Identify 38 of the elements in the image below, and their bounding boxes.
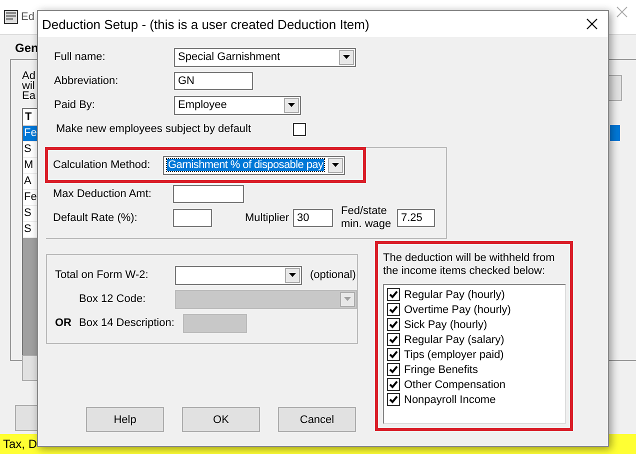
- description-text: Ad: [22, 71, 36, 81]
- input-field[interactable]: 7.25: [397, 209, 435, 227]
- field-label: Abbreviation:: [53, 75, 120, 87]
- field-label: Paid By:: [53, 99, 96, 111]
- name-dropdown[interactable]: Special Garnishment: [174, 48, 356, 66]
- caption-text: The deduction will be withheld from the income items checked below:: [383, 252, 556, 278]
- checkbox-label: Overtime Pay (hourly): [404, 304, 511, 316]
- tab[interactable]: Gen: [15, 41, 38, 55]
- checkbox-label: Fringe Benefits: [404, 364, 478, 376]
- checkbox-label: Tips (employer paid): [404, 348, 504, 360]
- checkbox-label: Make new employees subject by default: [55, 123, 252, 135]
- description-text: Ea: [22, 91, 36, 101]
- optional-note: (optional): [310, 269, 356, 281]
- checkbox-label: Regular Pay (salary): [404, 334, 504, 346]
- field-label: Fed/state min. wage: [341, 205, 392, 231]
- dialog-button[interactable]: OK: [182, 407, 260, 432]
- or-label: OR: [54, 317, 72, 329]
- field-label: Box 12 Code:: [78, 293, 147, 305]
- field-label: Default Rate (%):: [52, 212, 138, 224]
- input-field[interactable]: GN: [174, 72, 253, 90]
- dialog-title: Deduction Setup - (this is a user created Deduction Item): [42, 16, 370, 32]
- field-label: Calculation Method:: [52, 159, 152, 171]
- field-label: Max Deduction Amt:: [52, 188, 152, 200]
- field-label: Box 14 Description:: [79, 317, 176, 329]
- field-label: Total on Form W-2:: [54, 269, 150, 281]
- checkbox-label: Regular Pay (hourly): [404, 288, 505, 300]
- description-text: wil: [22, 81, 35, 91]
- paid-by-dropdown[interactable]: Employee: [174, 96, 301, 114]
- dialog-button[interactable]: Help: [86, 407, 164, 432]
- field-label: Full name:: [53, 51, 106, 63]
- checkbox-label: Nonpayroll Income: [404, 394, 496, 406]
- checkbox-label: Sick Pay (hourly): [404, 318, 488, 330]
- calculation-dropdown[interactable]: Garnishment % of disposable pay: [163, 156, 345, 174]
- input-field[interactable]: 30: [293, 209, 333, 227]
- dialog-button[interactable]: Cancel: [278, 407, 356, 432]
- checkbox-label: Other Compensation: [404, 378, 506, 390]
- field-label: Multiplier: [245, 212, 290, 224]
- window-title: Ed: [21, 11, 34, 23]
